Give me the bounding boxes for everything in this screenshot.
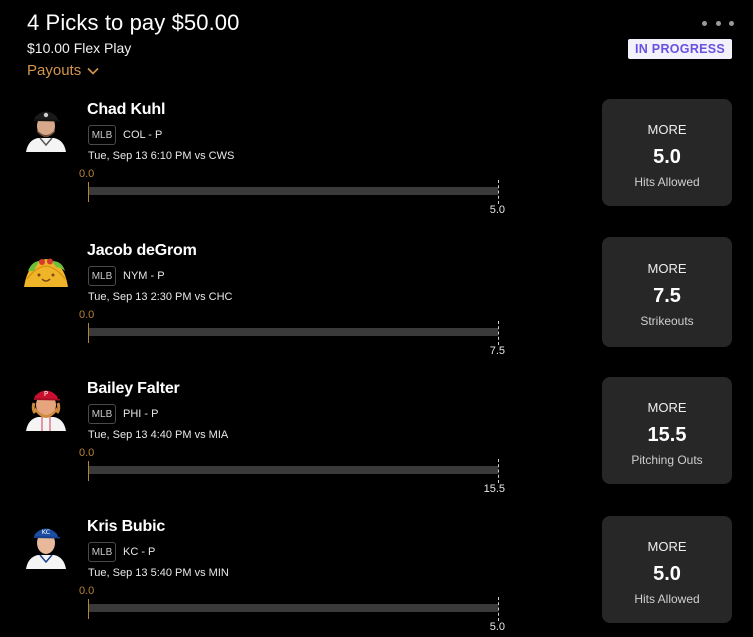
- league-badge: MLB: [88, 266, 116, 286]
- progress-track: [89, 187, 498, 195]
- progress-target-marker: [498, 321, 499, 345]
- pick-row: P Bailey Falter MLB PHI - P Tue, Sep 13 …: [0, 377, 753, 499]
- svg-text:P: P: [44, 390, 48, 398]
- player-headshot-icon: KC: [22, 521, 70, 569]
- pick-line: 5.0: [653, 563, 681, 585]
- pick-direction: MORE: [647, 400, 687, 415]
- progress-target: 5.0: [489, 621, 505, 633]
- pick-line: 5.0: [653, 146, 681, 168]
- progress-target: 5.0: [489, 204, 505, 216]
- dot-icon: [715, 20, 721, 26]
- progress-target-marker: [498, 597, 499, 621]
- player-headshot-icon: [22, 104, 70, 152]
- game-time: Tue, Sep 13 5:40 PM vs MIN: [88, 567, 229, 579]
- dot-icon: [702, 20, 707, 26]
- pick-direction: MORE: [647, 261, 687, 276]
- pick-direction: MORE: [647, 539, 687, 554]
- stat-card[interactable]: MORE 5.0 Hits Allowed: [602, 99, 732, 206]
- progress-current: 0.0: [79, 309, 95, 321]
- progress-track: [89, 328, 498, 336]
- progress-target-marker: [498, 459, 499, 483]
- stat-card[interactable]: MORE 15.5 Pitching Outs: [602, 377, 732, 484]
- pick-line: 7.5: [653, 285, 681, 307]
- game-time: Tue, Sep 13 4:40 PM vs MIA: [88, 429, 229, 441]
- progress-target: 15.5: [483, 483, 505, 495]
- pick-stat: Hits Allowed: [634, 592, 700, 606]
- progress-current: 0.0: [79, 168, 95, 180]
- progress-target: 7.5: [489, 345, 505, 357]
- pick-line: 15.5: [647, 424, 687, 446]
- stat-card[interactable]: MORE 7.5 Strikeouts: [602, 237, 732, 347]
- progress-target-marker: [498, 180, 499, 204]
- pick-row: Jacob deGrom MLB NYM - P Tue, Sep 13 2:3…: [0, 237, 753, 361]
- avatar: KC: [22, 521, 70, 569]
- avatar: [22, 104, 70, 152]
- player-name: Chad Kuhl: [87, 101, 166, 118]
- pick-stat: Hits Allowed: [634, 175, 700, 189]
- pick-row: Chad Kuhl MLB COL - P Tue, Sep 13 6:10 P…: [0, 99, 753, 220]
- avatar: [22, 249, 70, 297]
- taco-icon: [22, 249, 70, 297]
- payouts-toggle[interactable]: Payouts: [27, 62, 99, 79]
- league-badge: MLB: [88, 542, 116, 562]
- stat-card[interactable]: MORE 5.0 Hits Allowed: [602, 516, 732, 623]
- team-position: COL - P: [123, 129, 163, 141]
- progress-track: [89, 604, 498, 612]
- avatar: P: [22, 383, 70, 431]
- team-position: NYM - P: [123, 270, 165, 282]
- game-time: Tue, Sep 13 6:10 PM vs CWS: [88, 150, 235, 162]
- dot-icon: [729, 20, 734, 26]
- team-position: PHI - P: [123, 408, 159, 420]
- progress-current: 0.0: [79, 447, 95, 459]
- player-headshot-icon: P: [22, 383, 70, 431]
- player-name: Jacob deGrom: [87, 242, 197, 259]
- pick-row: KC Kris Bubic MLB KC - P Tue, Sep 13 5:4…: [0, 516, 753, 637]
- player-name: Kris Bubic: [87, 518, 166, 535]
- pick-stat: Strikeouts: [640, 314, 694, 328]
- game-time: Tue, Sep 13 2:30 PM vs CHC: [88, 291, 233, 303]
- chevron-down-icon: [87, 67, 99, 75]
- team-position: KC - P: [123, 546, 156, 558]
- league-badge: MLB: [88, 125, 116, 145]
- progress-track: [89, 466, 498, 474]
- svg-text:KC: KC: [42, 528, 51, 536]
- progress-current: 0.0: [79, 585, 95, 597]
- play-type: $10.00 Flex Play: [27, 40, 132, 56]
- pick-stat: Pitching Outs: [631, 453, 703, 467]
- header-title: 4 Picks to pay $50.00: [27, 10, 240, 35]
- league-badge: MLB: [88, 404, 116, 424]
- more-options-button[interactable]: [702, 14, 734, 32]
- payouts-label: Payouts: [27, 62, 82, 79]
- pick-direction: MORE: [647, 122, 687, 137]
- status-badge: IN PROGRESS: [628, 39, 732, 59]
- player-name: Bailey Falter: [87, 380, 180, 397]
